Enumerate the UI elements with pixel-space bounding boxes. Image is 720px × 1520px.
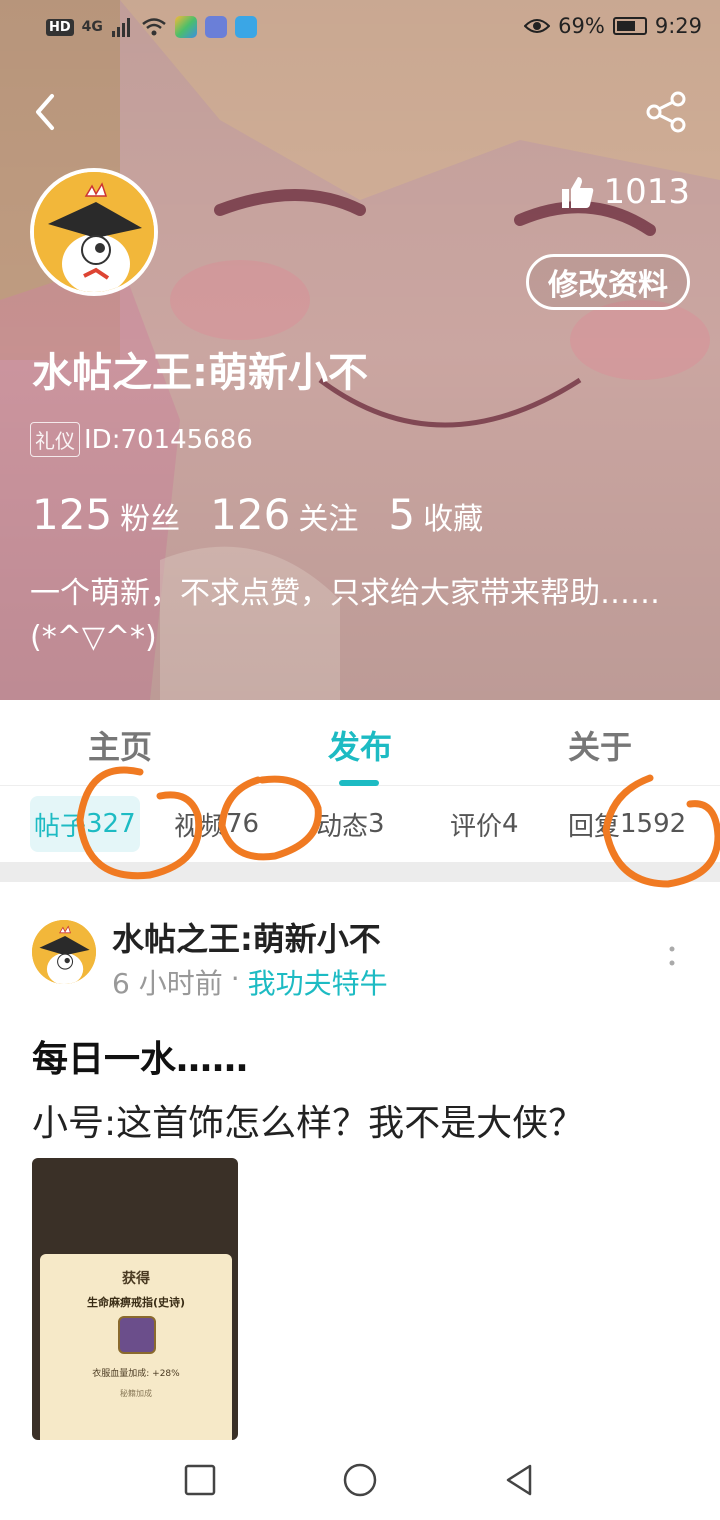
subtab-videos[interactable]: 视频 76 xyxy=(170,796,263,852)
subtab-label: 帖子 xyxy=(34,811,87,842)
chevron-left-icon xyxy=(36,94,54,130)
like-count-box[interactable]: 1013 xyxy=(561,172,690,212)
tab-home[interactable]: 主页 xyxy=(60,722,180,768)
subtab-label: 回复 xyxy=(568,811,621,842)
avatar-image xyxy=(34,172,154,292)
stat-label: 粉丝 xyxy=(120,502,181,537)
post-author-avatar[interactable] xyxy=(32,920,96,984)
tab-published[interactable]: 发布 xyxy=(300,722,420,768)
system-nav-bar xyxy=(0,1440,720,1520)
ring-item-icon xyxy=(118,1316,156,1354)
battery-icon xyxy=(612,17,647,35)
id-row: 礼仪 ID:70145686 xyxy=(30,422,253,457)
section-divider xyxy=(0,862,720,882)
battery-percent: 69% xyxy=(558,14,605,38)
post-author-name[interactable]: 水帖之王:萌新小不 xyxy=(112,914,381,960)
image-item-stat: 衣服血量加成: +28% xyxy=(92,1369,180,1379)
subtab-activity[interactable]: 动态 3 xyxy=(312,796,389,852)
subtab-label: 评价 xyxy=(450,811,503,842)
status-bar: HD 4G 69% 9:29 xyxy=(0,0,720,60)
subtab-count: 4 xyxy=(502,809,519,839)
profile-bio: 一个萌新，不求点赞，只求给大家带来帮助…… (*^▽^*) xyxy=(30,576,660,655)
post-more-button[interactable] xyxy=(660,944,684,968)
stat-value: 5 xyxy=(388,490,416,539)
subtab-replies[interactable]: 回复 1592 xyxy=(564,796,690,852)
subtab-count: 3 xyxy=(368,809,385,839)
id-badge: 礼仪 xyxy=(30,422,80,457)
stat-value: 126 xyxy=(210,490,291,539)
clock: 9:29 xyxy=(654,14,702,38)
user-id: ID:70145686 xyxy=(84,424,253,455)
network-indicator: 4G xyxy=(81,19,103,35)
post-image[interactable]: 获得 生命麻痹戒指(史诗) 衣服血量加成: +28% 秘籍加成 xyxy=(32,1158,238,1440)
game-notification-icon xyxy=(234,16,257,38)
wifi-icon xyxy=(142,18,166,36)
image-item-name: 生命麻痹戒指(史诗) xyxy=(86,1296,186,1309)
avatar-image xyxy=(32,920,96,984)
recents-button[interactable] xyxy=(182,1462,218,1498)
post-body[interactable]: 小号:这首饰怎么样？我不是大侠？ xyxy=(32,1094,584,1146)
like-count: 1013 xyxy=(603,172,690,212)
profile-nickname: 水帖之王:萌新小不 xyxy=(32,350,368,396)
status-right: 69% 9:29 xyxy=(524,14,702,38)
image-sub-label: 秘籍加成 xyxy=(120,1389,152,1398)
thumbs-up-icon xyxy=(562,177,594,208)
image-reward-panel: 获得 生命麻痹戒指(史诗) 衣服血量加成: +28% 秘籍加成 xyxy=(40,1254,232,1440)
stat-value: 125 xyxy=(32,490,113,539)
back-nav-button[interactable] xyxy=(502,1462,538,1498)
profile-header: HD 4G 69% 9:29 1013 修改资料 水帖之王:萌新小不 礼仪 ID… xyxy=(0,0,720,700)
stat-followers[interactable]: 125 粉丝 xyxy=(32,490,180,539)
edit-profile-button[interactable]: 修改资料 xyxy=(526,254,690,310)
more-vertical-icon xyxy=(669,946,675,966)
stat-following[interactable]: 126 关注 xyxy=(210,490,358,539)
tab-about[interactable]: 关于 xyxy=(540,722,660,768)
subtab-count: 1592 xyxy=(620,809,687,839)
triangle-back-icon xyxy=(506,1464,532,1496)
stat-label: 收藏 xyxy=(423,502,484,537)
signal-icon xyxy=(111,18,130,37)
subtab-reviews[interactable]: 评价 4 xyxy=(446,796,523,852)
stats-row: 125 粉丝 126 关注 5 收藏 xyxy=(32,490,483,539)
circle-icon xyxy=(343,1463,377,1497)
image-panel-title: 获得 xyxy=(122,1271,150,1287)
sub-tab-bar: 帖子 327 视频 76 动态 3 评价 4 回复 1592 xyxy=(0,786,720,862)
stat-label: 关注 xyxy=(298,502,359,537)
profile-page: HD 4G 69% 9:29 1013 修改资料 水帖之王:萌新小不 礼仪 ID… xyxy=(0,0,720,1520)
subtab-label: 视频 xyxy=(174,811,227,842)
subtab-posts[interactable]: 帖子 327 xyxy=(30,796,140,852)
square-icon xyxy=(184,1464,216,1496)
hd-indicator: HD xyxy=(46,18,74,36)
eye-comfort-icon xyxy=(524,19,551,33)
subtab-count: 327 xyxy=(86,809,136,839)
post-meta: 6 小时前 · 我功夫特牛 xyxy=(112,962,388,1002)
main-tab-bar: 主页 发布 关于 xyxy=(0,700,720,786)
battery-level xyxy=(616,21,635,31)
app-notification-icon xyxy=(174,16,197,38)
post-topic-link[interactable]: 我功夫特牛 xyxy=(248,962,388,1002)
post-title[interactable]: 每日一水…… xyxy=(32,1030,248,1082)
subtab-count: 76 xyxy=(226,809,260,839)
music-notification-icon xyxy=(204,16,227,38)
share-icon xyxy=(646,91,686,133)
home-button[interactable] xyxy=(342,1462,378,1498)
back-button[interactable] xyxy=(26,88,66,136)
meta-separator: · xyxy=(230,962,240,995)
share-button[interactable] xyxy=(644,90,688,134)
stat-favorites[interactable]: 5 收藏 xyxy=(388,490,483,539)
status-left: HD 4G xyxy=(46,16,257,38)
subtab-label: 动态 xyxy=(316,811,369,842)
profile-avatar[interactable] xyxy=(30,168,158,296)
post-time: 6 小时前 xyxy=(112,967,223,1000)
